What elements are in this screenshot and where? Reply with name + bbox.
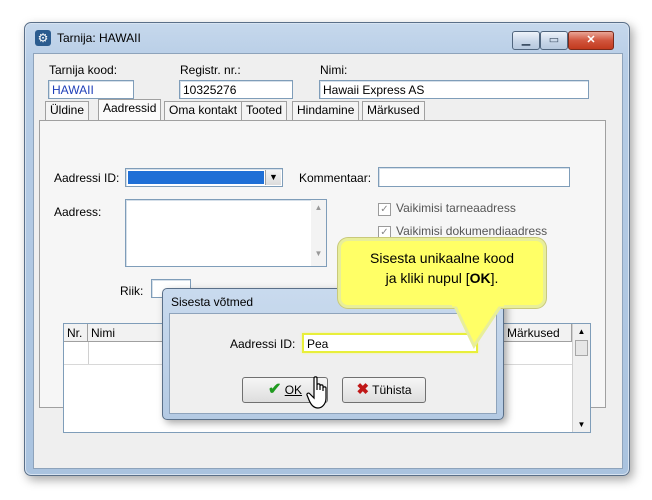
cancel-button[interactable]: ✖ Tühista (342, 377, 426, 403)
x-icon: ✖ (356, 381, 370, 398)
supplier-code-field[interactable]: HAWAII (48, 80, 134, 99)
grid-scrollbar[interactable]: ▲ ▼ (572, 324, 590, 432)
comment-field[interactable] (378, 167, 570, 187)
instruction-callout: Sisesta unikaalne kood ja kliki nupul [O… (338, 238, 546, 308)
app-icon: ⚙ (35, 30, 51, 46)
dialog-title: Sisesta võtmed (171, 295, 254, 309)
name-label: Nimi: (320, 63, 348, 77)
dialog-field-label: Aadressi ID: (230, 337, 296, 351)
callout-line2: ja kliki nupul [OK]. (341, 268, 543, 288)
grid-header-nimi[interactable]: Nimi (88, 324, 168, 342)
default-document-label: Vaikimisi dokumendiaadress (396, 224, 548, 238)
title-bar[interactable]: ⚙ Tarnija: HAWAII ▁ ▭ ✕ (25, 23, 629, 53)
cancel-label: Tühista (372, 383, 412, 397)
callout-line1: Sisesta unikaalne kood (370, 250, 514, 266)
comment-label: Kommentaar: (299, 171, 372, 185)
grid-divider (88, 342, 89, 364)
address-id-selection (128, 171, 264, 184)
tab-aadressid[interactable]: Aadressid (98, 99, 162, 121)
ok-label: OK (284, 383, 303, 397)
chevron-down-icon[interactable]: ▼ (265, 170, 281, 185)
grid-scroll-up-icon[interactable]: ▲ (573, 327, 590, 336)
default-delivery-checkbox[interactable]: ✓ (378, 203, 391, 216)
tab-markused[interactable]: Märkused (362, 101, 425, 120)
country-label: Riik: (120, 284, 144, 298)
tab-uldine[interactable]: Üldine (45, 101, 90, 120)
grid-scroll-down-icon[interactable]: ▼ (573, 420, 590, 429)
hand-cursor-icon (306, 376, 332, 409)
minimize-button[interactable]: ▁ (512, 31, 540, 50)
name-field[interactable]: Hawaii Express AS (319, 80, 589, 99)
grid-scroll-thumb[interactable] (575, 340, 588, 356)
close-button[interactable]: ✕ (568, 31, 614, 50)
default-delivery-label: Vaikimisi tarneaadress (396, 201, 516, 215)
callout-line2-prefix: ja kliki nupul [ (385, 270, 470, 286)
callout-pointer (444, 301, 514, 352)
tab-tooted[interactable]: Tooted (241, 101, 288, 120)
grid-header-markused[interactable]: Märkused (504, 324, 572, 342)
checkmark-icon: ✔ (267, 381, 282, 398)
scroll-up-icon[interactable]: ▲ (311, 203, 326, 212)
callout-line2-suffix: ]. (490, 270, 499, 286)
address-scrollbar[interactable]: ▲ ▼ (311, 200, 326, 266)
window-title: Tarnija: HAWAII (57, 31, 141, 45)
callout-ok-bold: OK (469, 270, 491, 286)
address-id-dropdown[interactable]: ▼ (125, 168, 283, 187)
supplier-code-label: Tarnija kood: (49, 63, 118, 77)
reg-no-field[interactable]: 10325276 (179, 80, 293, 99)
tab-oma-kontakt[interactable]: Oma kontakt (164, 101, 243, 120)
address-id-label: Aadressi ID: (54, 171, 120, 185)
grid-header-nr[interactable]: Nr. (64, 324, 88, 342)
address-label: Aadress: (54, 205, 102, 219)
tab-hindamine[interactable]: Hindamine (292, 101, 360, 120)
address-textarea[interactable]: ▲ ▼ (125, 199, 327, 267)
maximize-button[interactable]: ▭ (540, 31, 568, 50)
scroll-down-icon[interactable]: ▼ (311, 249, 326, 258)
reg-no-label: Registr. nr.: (180, 63, 241, 77)
